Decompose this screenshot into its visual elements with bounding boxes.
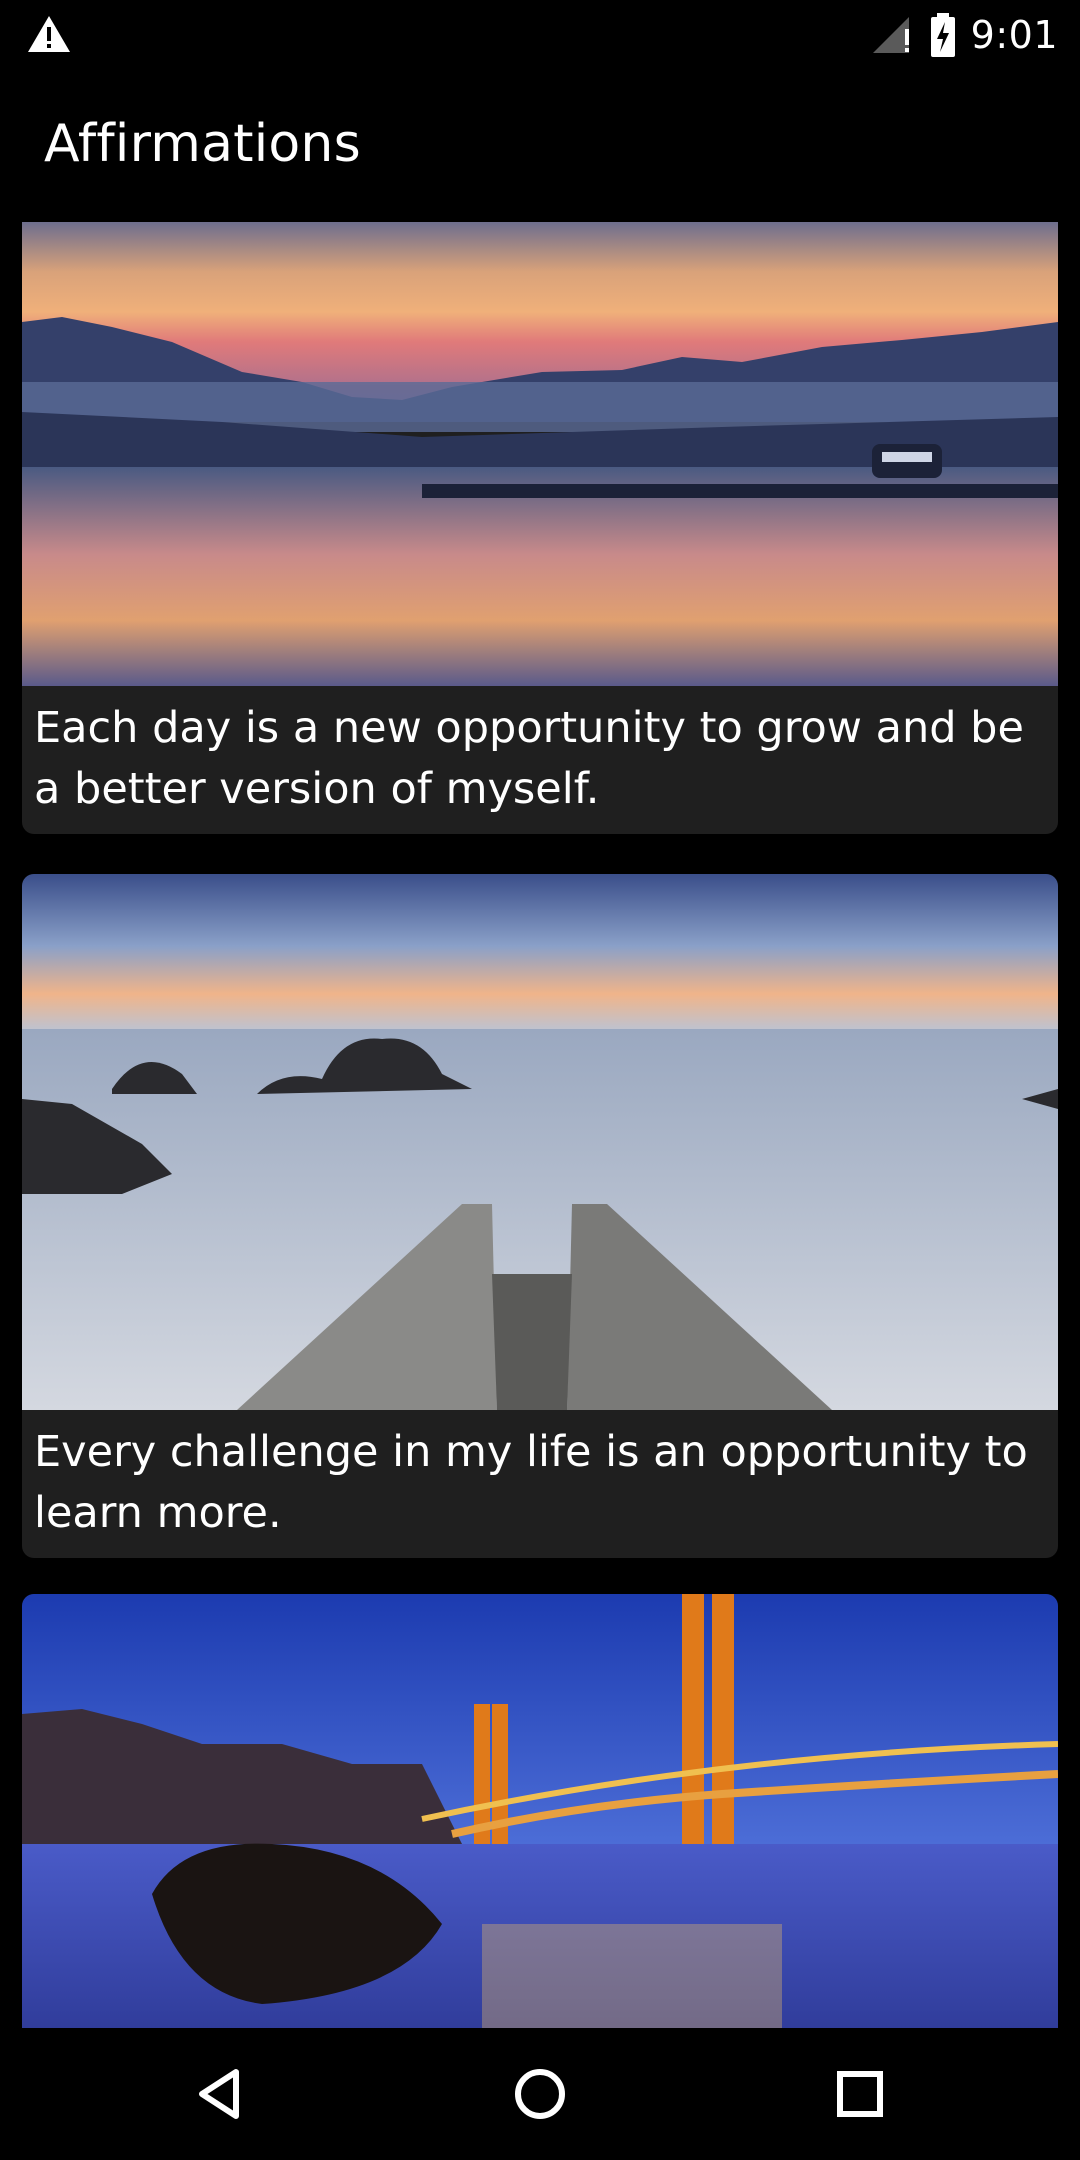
affirmations-list[interactable]: Each day is a new opportunity to grow an… xyxy=(0,222,1080,2028)
affirmation-card[interactable]: Each day is a new opportunity to grow an… xyxy=(22,222,1058,834)
home-icon[interactable] xyxy=(504,2058,576,2130)
signal-icon xyxy=(872,17,909,53)
battery-charging-icon xyxy=(930,13,955,57)
affirmation-text: Each day is a new opportunity to grow an… xyxy=(34,703,1024,814)
recents-icon[interactable] xyxy=(824,2058,896,2130)
warning-icon xyxy=(28,16,70,52)
status-right: 9:01 xyxy=(871,8,1058,62)
pier-sea-sunset-image xyxy=(22,874,1058,1410)
golden-gate-bridge-image xyxy=(22,1594,1058,2028)
status-time: 9:01 xyxy=(970,13,1058,57)
navigation-bar xyxy=(0,2028,1080,2160)
back-icon[interactable] xyxy=(184,2058,256,2130)
app-bar: Affirmations xyxy=(0,70,1080,222)
affirmation-text: Every challenge in my life is an opportu… xyxy=(34,1427,1028,1538)
lake-sunset-image xyxy=(22,222,1058,686)
status-bar: 9:01 xyxy=(0,0,1080,70)
affirmation-card[interactable]: Every challenge in my life is an opportu… xyxy=(22,874,1058,1558)
app-title: Affirmations xyxy=(44,114,361,174)
affirmation-card[interactable] xyxy=(22,1594,1058,2028)
screen: 9:01 Affirmations Each day is a new oppo… xyxy=(0,0,1080,2160)
